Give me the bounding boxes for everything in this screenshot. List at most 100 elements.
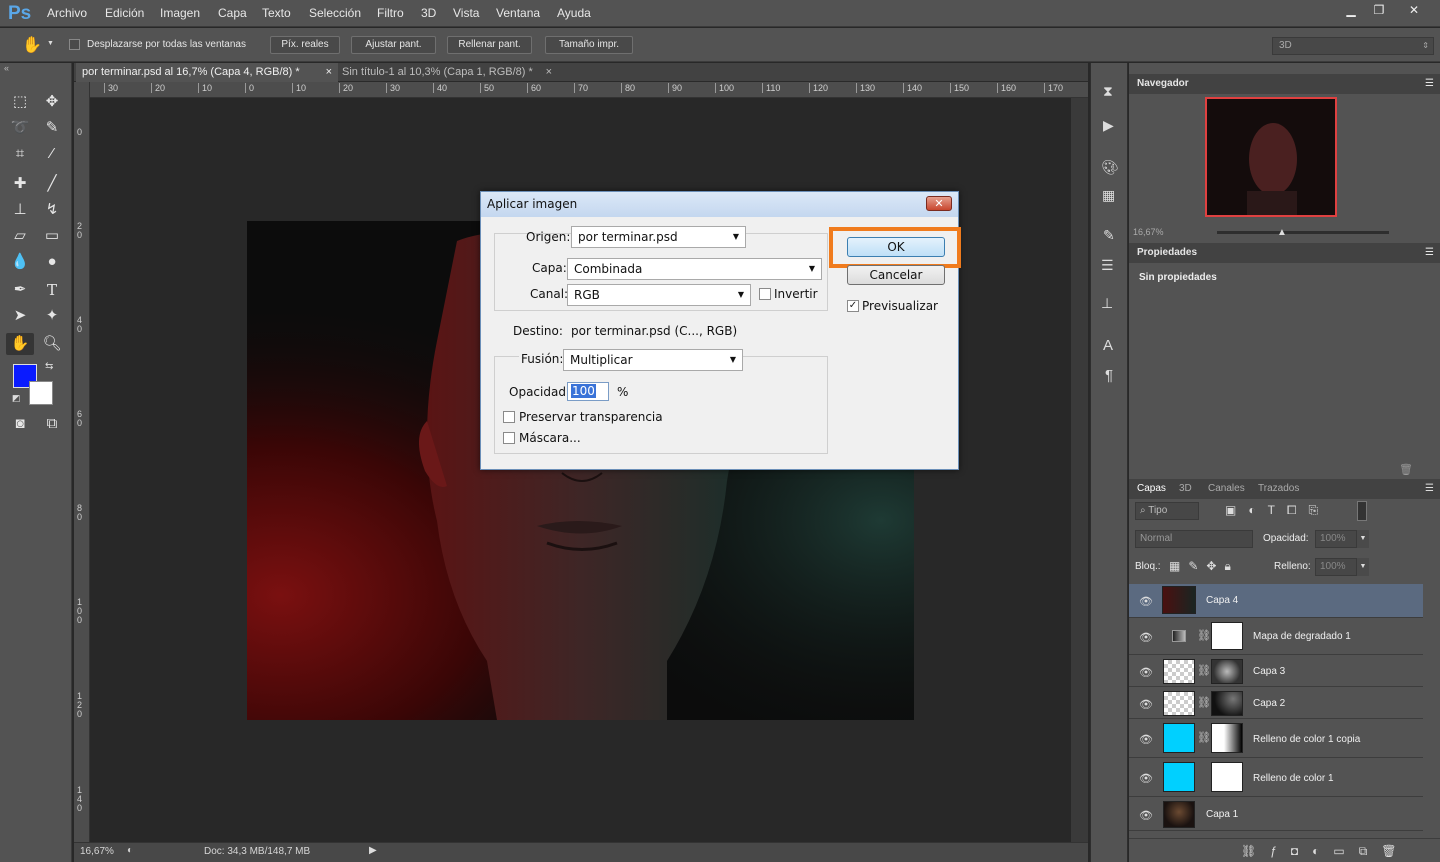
eye-icon[interactable]: 👁︎ xyxy=(1139,772,1153,785)
mascara-checkbox[interactable] xyxy=(503,432,515,444)
trash-icon[interactable]: 🗑︎ xyxy=(1399,463,1413,476)
adjustments-icon[interactable]: ☰ xyxy=(1101,257,1114,274)
swap-colors-icon[interactable]: ⇆ xyxy=(45,361,53,372)
blur-tool-icon[interactable]: 💧 xyxy=(8,251,32,273)
opacity-input[interactable]: 100% xyxy=(1315,530,1357,548)
pen-tool-icon[interactable]: ✒ xyxy=(8,279,32,301)
move-tool-icon[interactable]: ✥ xyxy=(40,91,64,113)
history-brush-tool-icon[interactable]: ↯ xyxy=(40,199,64,221)
eye-icon[interactable]: 👁︎ xyxy=(1139,698,1153,711)
menu-ventana[interactable]: Ventana xyxy=(496,6,540,20)
panel-menu-icon[interactable]: ☰ xyxy=(1425,74,1434,94)
navigator-zoom-slider[interactable] xyxy=(1217,231,1389,234)
type-tool-icon[interactable]: T xyxy=(40,279,64,301)
capa-select[interactable]: Combinada ▼ xyxy=(567,258,822,280)
layer-row[interactable]: 👁︎ Capa 4 xyxy=(1129,584,1423,618)
tab-sin-titulo[interactable]: Sin título-1 al 10,3% (Capa 1, RGB/8) * … xyxy=(336,63,558,82)
opacidad-input[interactable]: 100 xyxy=(567,382,609,401)
fusion-select[interactable]: Multiplicar ▼ xyxy=(563,349,743,371)
minimize-icon[interactable]: ▁ xyxy=(1336,0,1366,20)
eye-icon[interactable]: 👁︎ xyxy=(1139,733,1153,746)
crop-tool-icon[interactable]: ⌗ xyxy=(8,143,32,165)
workspace-select[interactable]: 3D ⇕ xyxy=(1272,37,1434,55)
fill-input[interactable]: 100% xyxy=(1315,558,1357,576)
layer-row[interactable]: 👁︎ Capa 1 xyxy=(1129,798,1423,831)
dodge-tool-icon[interactable]: ● xyxy=(40,251,64,273)
menu-3d[interactable]: 3D xyxy=(421,6,436,20)
eyedropper-tool-icon[interactable]: ⁄ xyxy=(40,143,64,165)
eye-icon[interactable]: 👁︎ xyxy=(1139,666,1153,679)
layer-row[interactable]: 👁︎ ⛓︎ Relleno de color 1 copia xyxy=(1129,720,1423,758)
chevron-down-icon[interactable]: ▼ xyxy=(1357,530,1369,548)
layer-row[interactable]: 👁︎ ⛓︎ Capa 3 xyxy=(1129,656,1423,687)
layer-row[interactable]: 👁︎ ⛓︎ Mapa de degradado 1 xyxy=(1129,619,1423,655)
clone-source-icon[interactable]: ⊥ xyxy=(1101,295,1113,312)
quick-mask-icon[interactable]: ◙ xyxy=(8,413,32,435)
layer-row[interactable]: 👁︎ Relleno de color 1 xyxy=(1129,759,1423,797)
dialog-close-icon[interactable]: ✕ xyxy=(926,196,952,211)
marquee-tool-icon[interactable]: ⬚ xyxy=(8,91,32,113)
tab-por-terminar[interactable]: por terminar.psd al 16,7% (Capa 4, RGB/8… xyxy=(76,63,338,82)
brush-presets-icon[interactable]: ✎ xyxy=(1103,227,1115,244)
clone-stamp-tool-icon[interactable]: ⊥ xyxy=(8,199,32,221)
cancel-button[interactable]: Cancelar xyxy=(847,265,945,285)
menu-ayuda[interactable]: Ayuda xyxy=(557,6,591,20)
actual-pixels-button[interactable]: Píx. reales xyxy=(270,36,340,54)
menu-filtro[interactable]: Filtro xyxy=(377,6,404,20)
shape-tool-icon[interactable]: ✦ xyxy=(40,305,64,327)
tab-trazados[interactable]: Trazados xyxy=(1258,483,1299,494)
canal-select[interactable]: RGB ▼ xyxy=(567,284,751,306)
zoom-level[interactable]: 16,67% xyxy=(80,846,114,857)
preservar-checkbox[interactable] xyxy=(503,411,515,423)
color-palette-icon[interactable]: 🎨︎ xyxy=(1101,159,1119,176)
tab-canales[interactable]: Canales xyxy=(1208,483,1245,494)
close-tab-icon[interactable]: × xyxy=(326,63,332,82)
restore-icon[interactable]: ❐ xyxy=(1364,0,1394,20)
eraser-tool-icon[interactable]: ▱ xyxy=(8,225,32,247)
eye-icon[interactable]: 👁︎ xyxy=(1139,595,1153,608)
origen-select[interactable]: por terminar.psd ▼ xyxy=(571,226,746,248)
layer-filter-select[interactable]: ⌕ Tipo xyxy=(1135,502,1199,520)
fill-screen-button[interactable]: Rellenar pant. xyxy=(447,36,532,54)
chevron-down-icon[interactable]: ▼ xyxy=(1357,558,1369,576)
menu-seleccion[interactable]: Selección xyxy=(309,6,361,20)
history-icon[interactable]: ⧗ xyxy=(1103,83,1113,100)
status-options-icon[interactable]: ◐ xyxy=(127,845,133,856)
panel-menu-icon[interactable]: ☰ xyxy=(1425,243,1434,263)
zoom-tool-icon[interactable]: 🔍︎ xyxy=(40,333,64,355)
brush-tool-icon[interactable]: ╱ xyxy=(40,173,64,195)
menu-capa[interactable]: Capa xyxy=(218,6,247,20)
quick-selection-tool-icon[interactable]: ✎ xyxy=(40,117,64,139)
healing-brush-tool-icon[interactable]: ✚ xyxy=(8,173,32,195)
menu-edicion[interactable]: Edición xyxy=(105,6,144,20)
character-icon[interactable]: A xyxy=(1103,337,1113,354)
slider-thumb-icon[interactable]: ▲ xyxy=(1277,227,1287,238)
fit-screen-button[interactable]: Ajustar pant. xyxy=(351,36,436,54)
layer-row[interactable]: 👁︎ ⛓︎ Capa 2 xyxy=(1129,688,1423,719)
tool-preset-chevron-icon[interactable]: ▼ xyxy=(47,40,54,47)
vertical-scrollbar[interactable] xyxy=(1071,98,1088,842)
navigator-zoom[interactable]: 16,67% xyxy=(1133,227,1164,237)
close-tab-icon[interactable]: × xyxy=(546,63,552,82)
path-selection-tool-icon[interactable]: ➤ xyxy=(8,305,32,327)
menu-vista[interactable]: Vista xyxy=(453,6,479,20)
status-menu-arrow-icon[interactable]: ▶ xyxy=(369,845,377,856)
eye-icon[interactable]: 👁︎ xyxy=(1139,809,1153,822)
screen-mode-icon[interactable]: ⧉ xyxy=(40,413,64,435)
menu-texto[interactable]: Texto xyxy=(262,6,291,20)
tab-3d[interactable]: 3D xyxy=(1179,483,1192,494)
invertir-checkbox[interactable] xyxy=(759,288,771,300)
collapse-toolbox-icon[interactable]: « xyxy=(4,63,9,73)
background-color-swatch[interactable] xyxy=(29,381,53,405)
layer-filter-icons[interactable]: ▣◐T⧠⎘ xyxy=(1225,503,1330,518)
preview-checkbox[interactable]: ✓ xyxy=(847,300,859,312)
navigator-thumbnail[interactable] xyxy=(1205,97,1337,217)
hand-tool-selected-icon[interactable]: ✋ xyxy=(6,333,34,355)
eye-icon[interactable]: 👁︎ xyxy=(1139,631,1153,644)
paragraph-icon[interactable]: ¶ xyxy=(1105,367,1113,384)
layer-actions-icons[interactable]: ⛓ƒ◘◐▭⧉🗑︎ xyxy=(1241,844,1411,859)
menu-archivo[interactable]: Archivo xyxy=(47,6,87,20)
actions-play-icon[interactable]: ▶ xyxy=(1103,117,1114,134)
scroll-all-windows-checkbox[interactable] xyxy=(69,39,80,50)
close-window-icon[interactable]: ✕ xyxy=(1398,0,1430,20)
